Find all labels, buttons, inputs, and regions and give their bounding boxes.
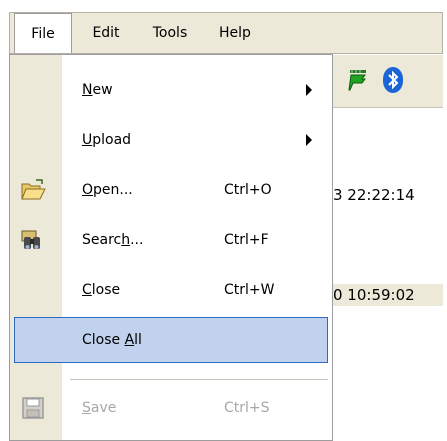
- menu-item-label: Save: [82, 400, 117, 416]
- submenu-arrow-icon: [306, 134, 312, 146]
- antenna-flag-icon[interactable]: [345, 68, 369, 92]
- content-area: [333, 108, 443, 441]
- menu-tools[interactable]: Tools: [138, 13, 202, 53]
- submenu-arrow-icon: [306, 84, 312, 96]
- menu-item-shortcut: Ctrl+O: [224, 182, 272, 198]
- menu-item-label: Upload: [82, 132, 132, 148]
- list-item-selected[interactable]: 0 10:59:02: [333, 284, 443, 306]
- menu-bar: File Edit Tools Help: [9, 12, 443, 54]
- menu-item-label: Close: [82, 282, 121, 298]
- menu-item-open[interactable]: Open... Ctrl+O: [10, 165, 332, 215]
- menu-edit[interactable]: Edit: [80, 13, 132, 53]
- save-disk-icon: [22, 397, 44, 419]
- menu-item-shortcut: Ctrl+S: [224, 400, 270, 416]
- binoculars-icon: [21, 230, 40, 249]
- menu-item-save[interactable]: Save Ctrl+S: [10, 383, 332, 433]
- menu-item-shortcut: Ctrl+F: [224, 232, 269, 248]
- menu-item-shortcut: Ctrl+W: [224, 282, 275, 298]
- file-menu-dropdown: New Upload Open... Ctrl+O Search... Ctrl…: [9, 54, 333, 441]
- window-top-edge: [0, 0, 447, 12]
- menu-item-close[interactable]: Close Ctrl+W: [10, 265, 332, 315]
- menu-item-upload[interactable]: Upload: [10, 115, 332, 165]
- menu-separator: [70, 379, 328, 380]
- menu-help[interactable]: Help: [210, 13, 260, 53]
- menu-item-search[interactable]: Search... Ctrl+F: [10, 215, 332, 265]
- menu-item-label: Search...: [82, 232, 144, 248]
- bluetooth-icon[interactable]: [382, 66, 404, 94]
- list-item[interactable]: 3 22:22:14: [333, 184, 415, 206]
- menu-file[interactable]: File: [14, 13, 72, 53]
- menu-item-new[interactable]: New: [10, 65, 332, 115]
- menu-item-label: Open...: [82, 182, 133, 198]
- menu-item-label: Close All: [82, 332, 142, 348]
- menu-item-label: New: [82, 82, 113, 98]
- open-folder-icon: [21, 179, 46, 200]
- menu-item-close-all[interactable]: Close All: [14, 317, 328, 363]
